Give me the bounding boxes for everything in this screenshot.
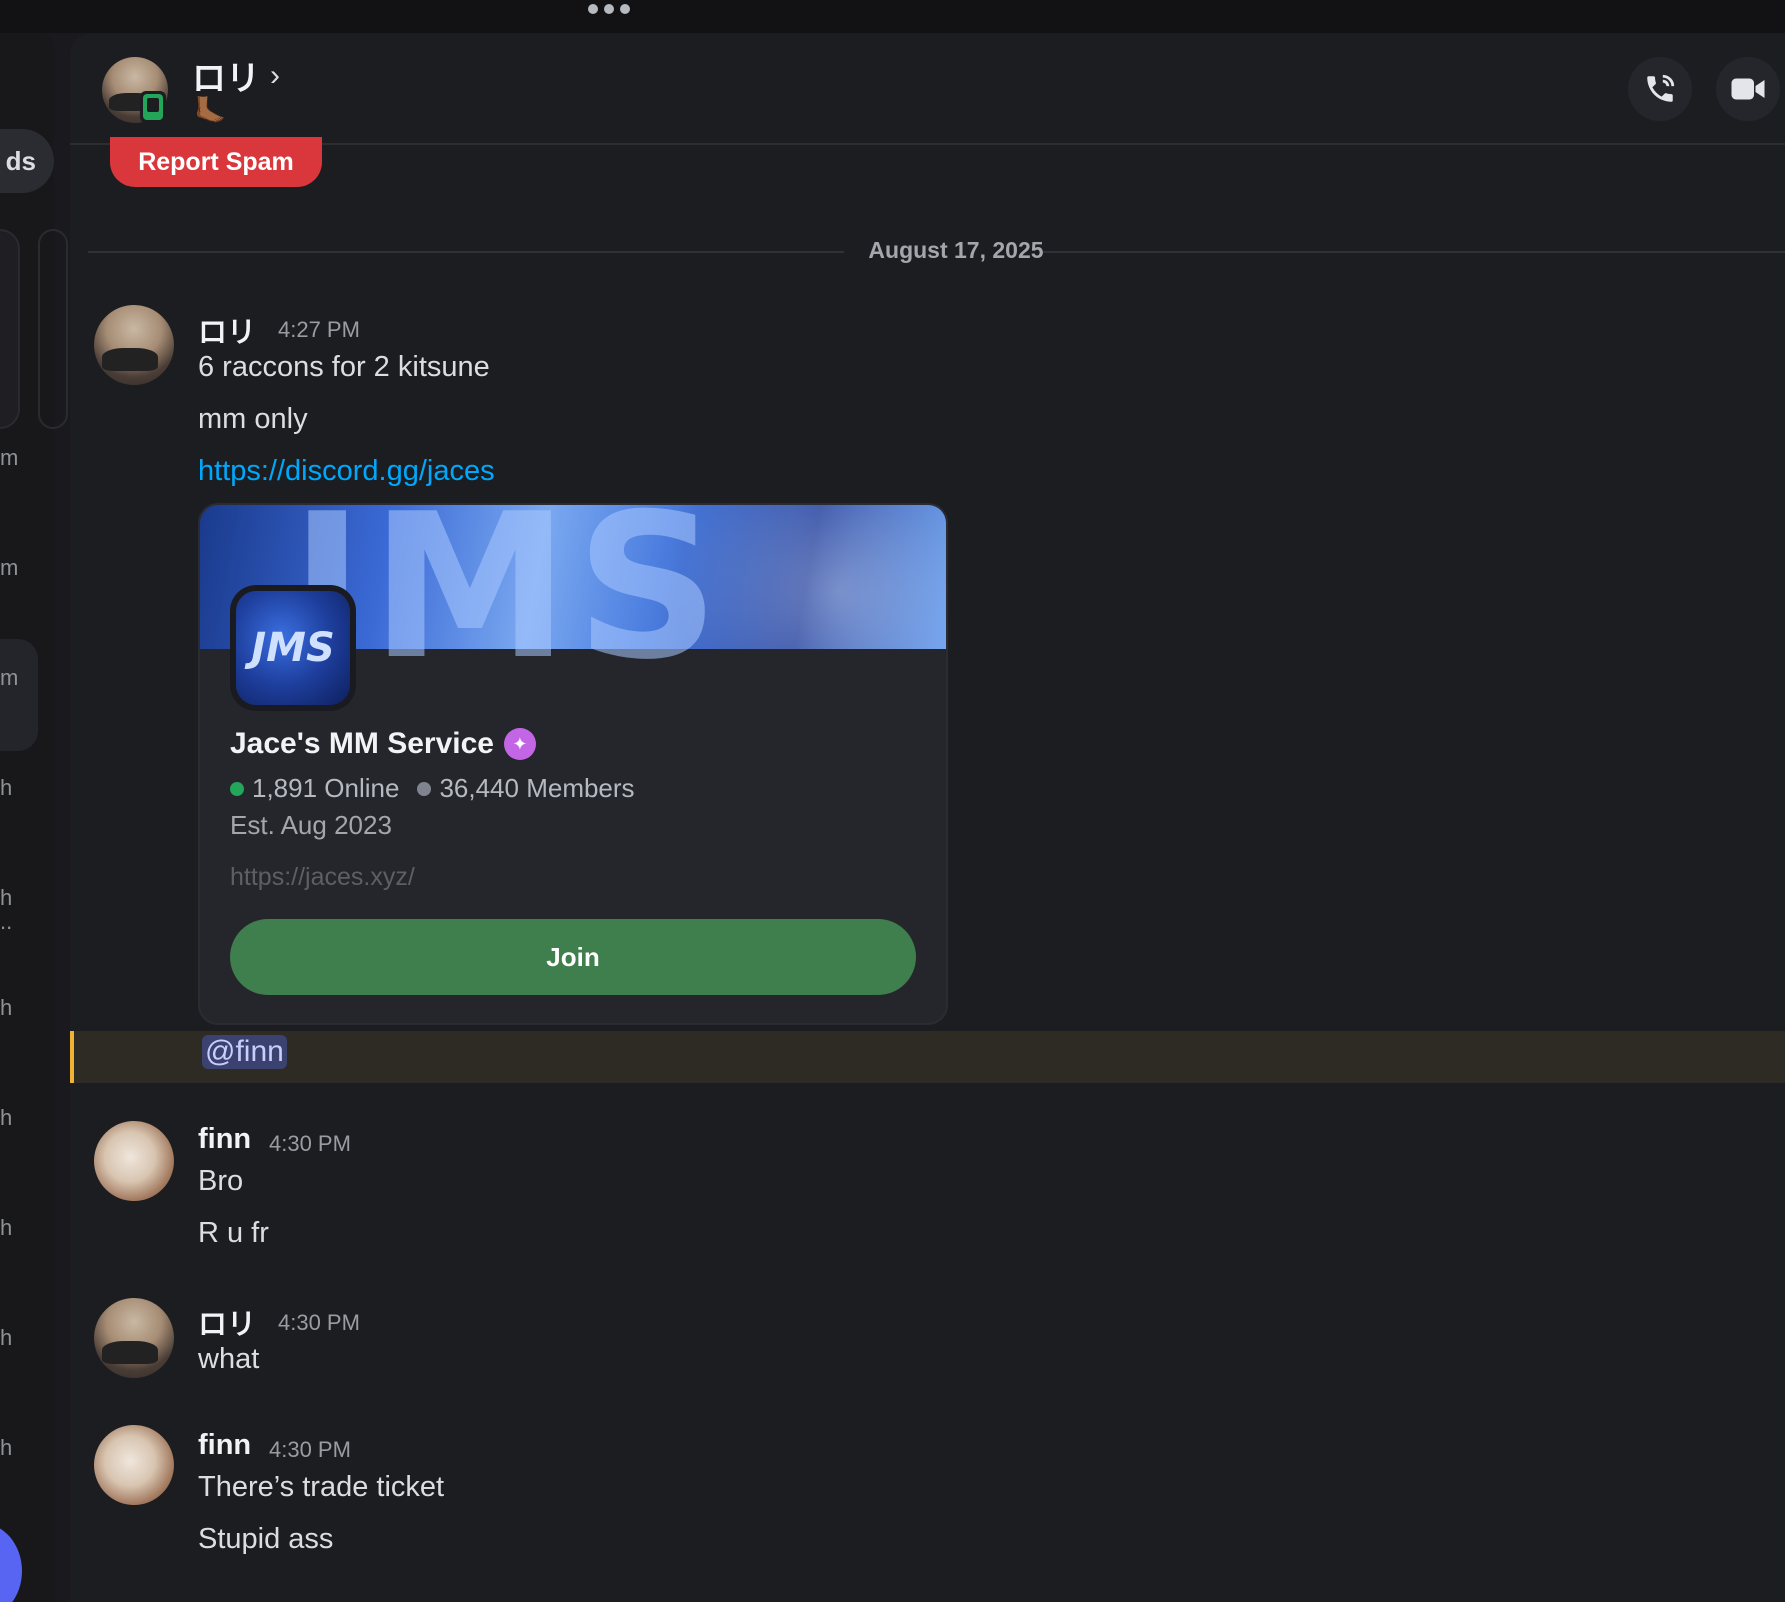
server-vanity-url[interactable]: https://jaces.xyz/ xyxy=(230,863,415,892)
join-button[interactable]: Join xyxy=(230,919,916,995)
rail-item-letter[interactable]: h xyxy=(0,1105,12,1131)
message-text: R u fr xyxy=(198,1217,269,1249)
server-invite-card: JMS JMS Jace's MM Service ✦ 1,891 Online… xyxy=(198,503,948,1025)
user-mention[interactable]: @finn xyxy=(202,1035,287,1069)
message-avatar[interactable] xyxy=(94,1425,174,1505)
mention-highlight-row: @finn xyxy=(70,1031,1785,1083)
rail-item-letter[interactable]: m xyxy=(0,445,18,471)
message-author[interactable]: finn xyxy=(198,1123,251,1156)
rail-item-letter[interactable]: h xyxy=(0,775,12,801)
video-camera-icon xyxy=(1731,78,1765,100)
contact-name: ロリ xyxy=(192,60,260,98)
message-timestamp: 4:30 PM xyxy=(278,1310,360,1335)
dm-chat: ロリ › 🦶🏾 Report Spam August 17, 2025 ロリ 4… xyxy=(70,33,1785,1602)
server-name-row: Jace's MM Service ✦ xyxy=(230,727,536,761)
message-author[interactable]: ロリ xyxy=(198,309,256,351)
chat-header: ロリ › 🦶🏾 xyxy=(70,33,1785,145)
online-count: 1,891 Online xyxy=(252,773,400,803)
left-rail: ds m m m h h .. h h h h h xyxy=(0,33,68,1602)
phone-call-icon xyxy=(1647,74,1675,102)
mobile-status-icon xyxy=(140,91,166,123)
rail-item-letter[interactable]: .. xyxy=(0,909,12,935)
message-author[interactable]: finn xyxy=(198,1429,251,1462)
rail-card-secondary[interactable] xyxy=(38,229,68,429)
message-avatar[interactable] xyxy=(94,305,174,385)
rail-item-letter[interactable]: h xyxy=(0,1325,12,1351)
date-divider: August 17, 2025 xyxy=(868,237,1044,263)
message-text: Stupid ass xyxy=(198,1523,334,1555)
server-icon-text: JMS xyxy=(251,625,335,671)
online-dot-icon xyxy=(230,781,244,796)
message-timestamp: 4:27 PM xyxy=(278,317,360,342)
server-stats: 1,891 Online 36,440 Members xyxy=(230,773,635,804)
message-timestamp: 4:30 PM xyxy=(269,1131,351,1156)
rail-item-letter[interactable]: h xyxy=(0,995,12,1021)
more-dots-icon[interactable] xyxy=(588,4,630,14)
message-avatar[interactable] xyxy=(94,1121,174,1201)
message-author[interactable]: ロリ xyxy=(198,1301,256,1343)
report-spam-button[interactable]: Report Spam xyxy=(110,137,322,187)
message-text: Bro xyxy=(198,1165,244,1197)
rail-item-letter[interactable]: m xyxy=(0,555,18,581)
members-dot-icon xyxy=(417,781,432,796)
video-call-button[interactable] xyxy=(1716,57,1780,121)
partner-badge-icon: ✦ xyxy=(503,728,536,760)
message-link[interactable]: https://discord.gg/jaces xyxy=(198,455,495,488)
chevron-right-icon: › xyxy=(270,58,280,92)
date-divider-line xyxy=(1042,251,1785,253)
message-text: 6 raccons for 2 kitsune xyxy=(198,351,490,383)
rail-item-letter[interactable]: h xyxy=(0,885,12,911)
message-text: There’s trade ticket xyxy=(198,1471,445,1503)
rail-active-item[interactable] xyxy=(0,639,38,751)
server-established: Est. Aug 2023 xyxy=(230,810,392,840)
rail-item-letter[interactable]: m xyxy=(0,665,18,691)
voice-call-button[interactable] xyxy=(1628,57,1692,121)
top-bar xyxy=(0,0,1785,33)
server-name: Jace's MM Service xyxy=(230,727,494,760)
rail-action-button[interactable] xyxy=(0,1523,22,1602)
rail-item-letter[interactable]: h xyxy=(0,1435,12,1461)
rail-item-letter[interactable]: h xyxy=(0,1215,12,1241)
member-count: 36,440 Members xyxy=(439,773,635,803)
server-icon: JMS xyxy=(230,585,356,711)
message-avatar[interactable] xyxy=(94,1298,174,1378)
date-divider-line xyxy=(88,251,844,253)
contact-name-button[interactable]: ロリ › xyxy=(192,51,280,100)
message-timestamp: 4:30 PM xyxy=(269,1437,351,1462)
rail-card[interactable] xyxy=(0,229,20,429)
message-text: what xyxy=(198,1343,260,1375)
rail-tab-pill[interactable]: ds xyxy=(0,129,54,193)
message-text: mm only xyxy=(198,403,308,435)
custom-status-emoji: 🦶🏾 xyxy=(194,95,227,125)
